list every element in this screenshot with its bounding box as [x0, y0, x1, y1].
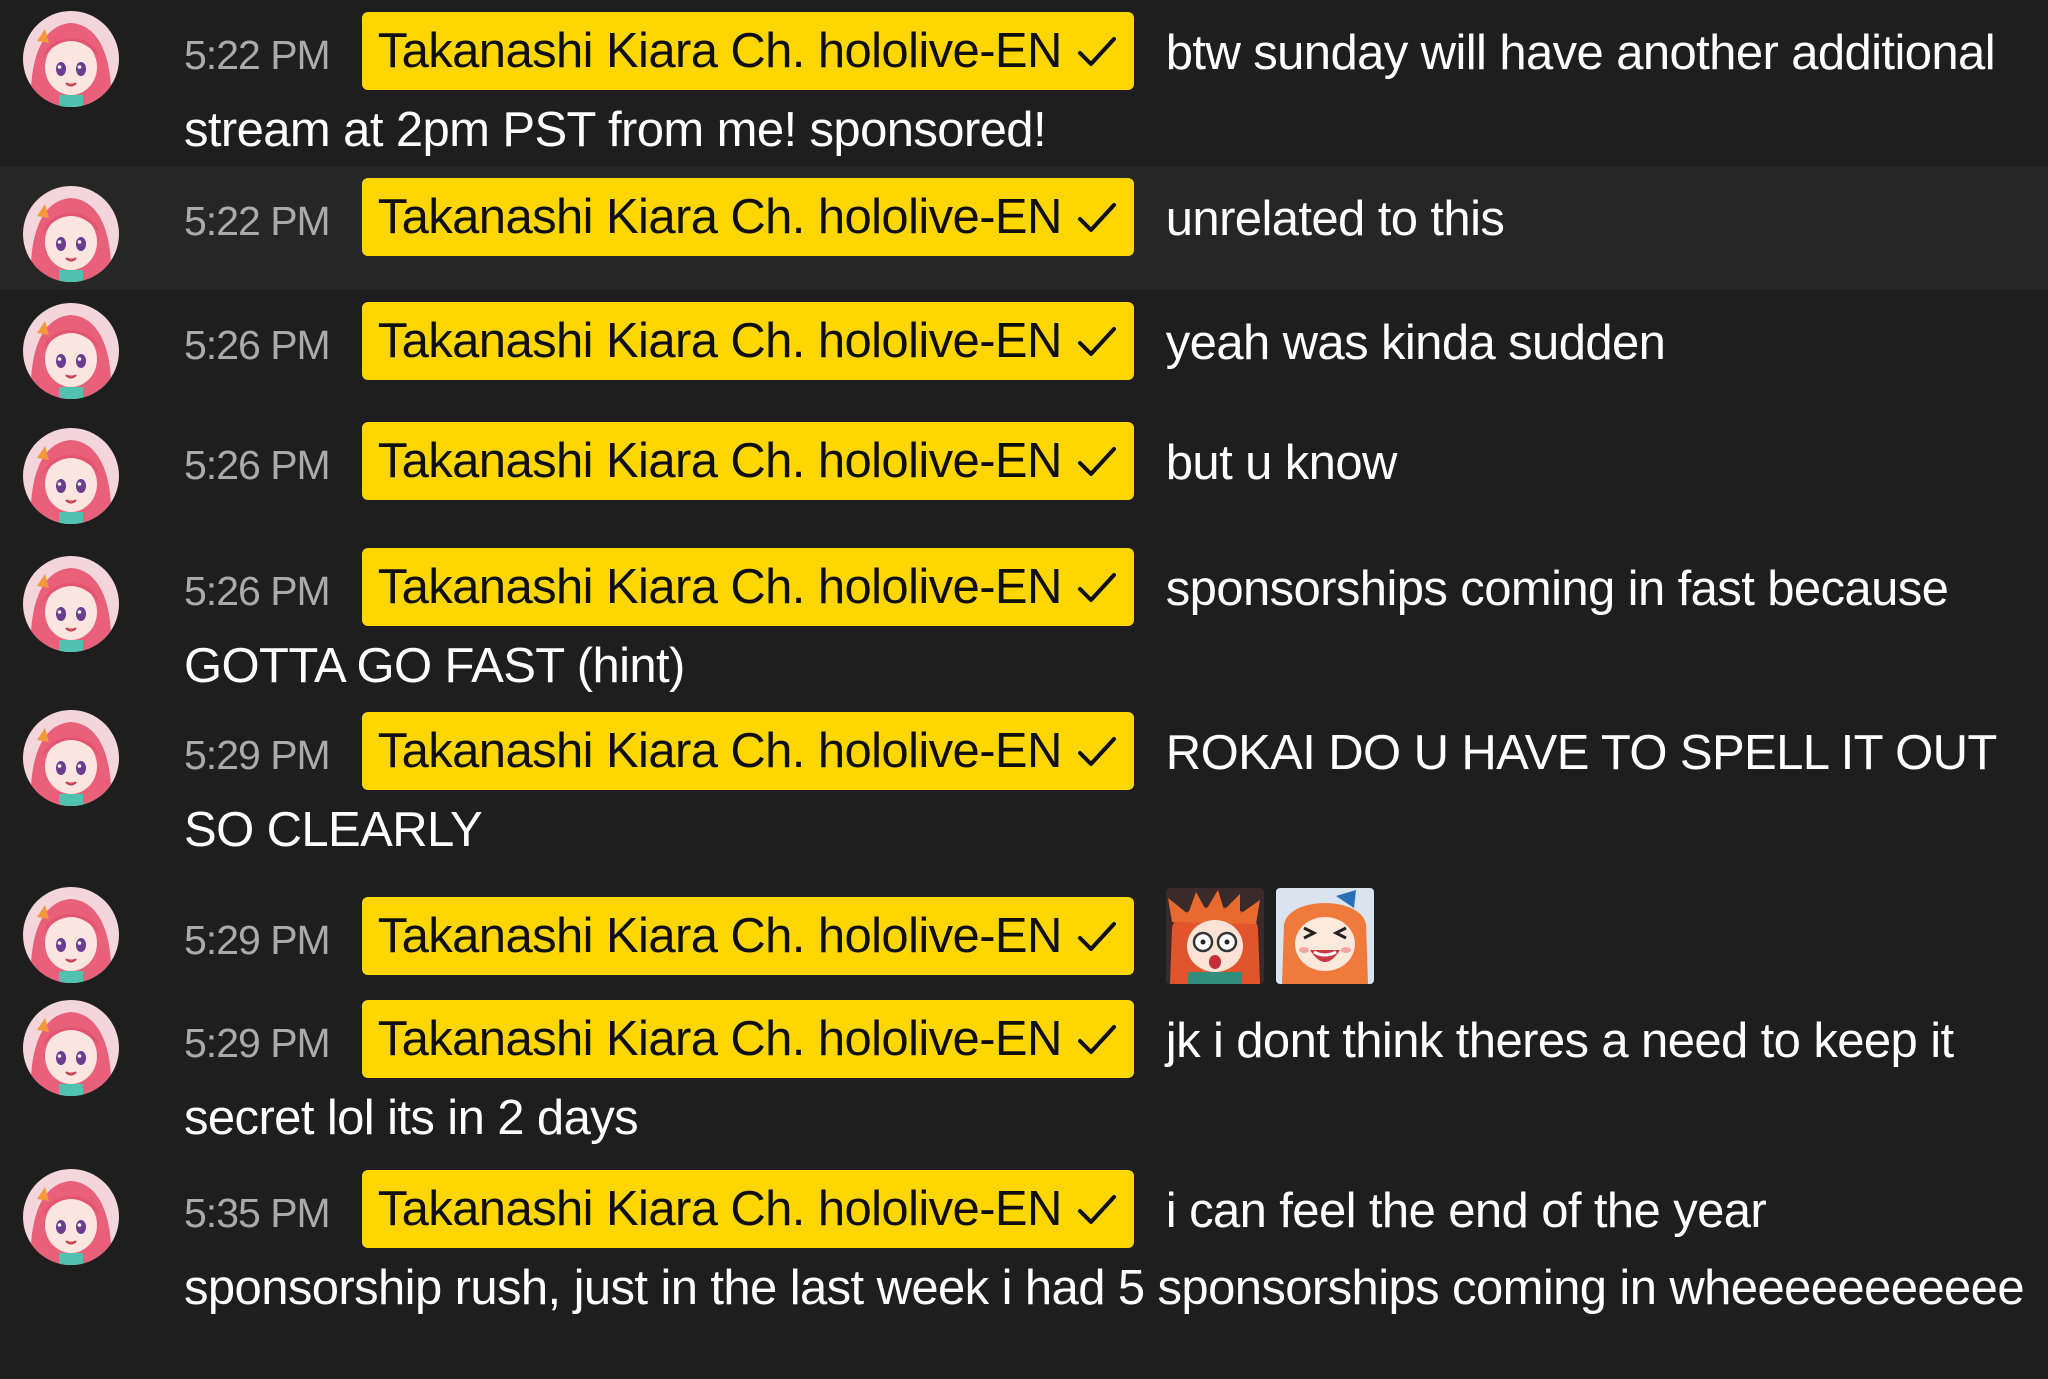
checkmark-icon	[1076, 441, 1118, 481]
author-name-badge[interactable]: Takanashi Kiara Ch. hololive-EN	[361, 548, 1134, 626]
author-avatar[interactable]	[23, 11, 119, 107]
surprised-emote	[1166, 888, 1264, 984]
checkmark-icon	[1076, 31, 1118, 71]
author-name-badge[interactable]: Takanashi Kiara Ch. hololive-EN	[361, 422, 1134, 500]
checkmark-icon	[1076, 1019, 1118, 1059]
author-name-badge[interactable]: Takanashi Kiara Ch. hololive-EN	[361, 1000, 1134, 1078]
author-name: Takanashi Kiara Ch. hololive-EN	[377, 24, 1063, 78]
author-name: Takanashi Kiara Ch. hololive-EN	[377, 190, 1063, 244]
author-name: Takanashi Kiara Ch. hololive-EN	[377, 560, 1063, 614]
chat-message[interactable]: 5:29 PM Takanashi Kiara Ch. hololive-EN jk…	[0, 988, 2048, 1158]
message-line: 5:22 PM Takanashi Kiara Ch. hololive-EN bt…	[184, 12, 2028, 166]
message-line: 5:29 PM Takanashi Kiara Ch. hololive-EN RO…	[184, 712, 2028, 866]
checkmark-icon	[1076, 916, 1118, 956]
chat-message[interactable]: 5:29 PM Takanashi Kiara Ch. hololive-EN RO…	[0, 700, 2048, 876]
message-line: 5:26 PM Takanashi Kiara Ch. hololive-EN sp…	[184, 548, 2028, 702]
chat-message[interactable]: 5:35 PM Takanashi Kiara Ch. hololive-EN i …	[0, 1158, 2048, 1379]
message-timestamp: 5:29 PM	[184, 1019, 331, 1066]
checkmark-icon	[1076, 197, 1118, 237]
message-timestamp: 5:22 PM	[184, 197, 331, 244]
message-timestamp: 5:26 PM	[184, 441, 331, 488]
message-text: but u know	[1165, 435, 1398, 490]
author-avatar[interactable]	[23, 303, 119, 399]
author-avatar[interactable]	[23, 556, 119, 652]
message-timestamp: 5:29 PM	[184, 731, 331, 778]
author-avatar[interactable]	[23, 710, 119, 806]
message-timestamp: 5:29 PM	[184, 916, 331, 963]
author-name: Takanashi Kiara Ch. hololive-EN	[377, 1012, 1063, 1066]
checkmark-icon	[1076, 567, 1118, 607]
laughing-emote	[1276, 888, 1374, 984]
chat-message[interactable]: 5:26 PM Takanashi Kiara Ch. hololive-EN bu…	[0, 410, 2048, 536]
author-name: Takanashi Kiara Ch. hololive-EN	[377, 724, 1063, 778]
message-line: 5:22 PM Takanashi Kiara Ch. hololive-EN un…	[184, 178, 2028, 261]
live-chat: 5:22 PM Takanashi Kiara Ch. hololive-EN bt…	[0, 0, 2048, 1379]
chat-message[interactable]: 5:22 PM Takanashi Kiara Ch. hololive-EN un…	[0, 166, 2048, 290]
chat-message[interactable]: 5:22 PM Takanashi Kiara Ch. hololive-EN bt…	[0, 0, 2048, 166]
message-line: 5:35 PM Takanashi Kiara Ch. hololive-EN i …	[184, 1170, 2028, 1324]
chat-message[interactable]: 5:29 PM Takanashi Kiara Ch. hololive-EN	[0, 876, 2048, 988]
author-avatar[interactable]	[23, 887, 119, 983]
author-name: Takanashi Kiara Ch. hololive-EN	[377, 314, 1063, 368]
message-line: 5:26 PM Takanashi Kiara Ch. hololive-EN ye…	[184, 302, 2028, 385]
author-avatar[interactable]	[23, 428, 119, 524]
checkmark-icon	[1076, 731, 1118, 771]
message-line: 5:29 PM Takanashi Kiara Ch. hololive-EN jk…	[184, 1000, 2028, 1154]
chat-message[interactable]: 5:26 PM Takanashi Kiara Ch. hololive-EN sp…	[0, 536, 2048, 700]
message-timestamp: 5:26 PM	[184, 567, 331, 614]
message-timestamp: 5:22 PM	[184, 31, 331, 78]
author-name-badge[interactable]: Takanashi Kiara Ch. hololive-EN	[361, 178, 1134, 256]
author-name: Takanashi Kiara Ch. hololive-EN	[377, 434, 1063, 488]
author-name-badge[interactable]: Takanashi Kiara Ch. hololive-EN	[361, 1170, 1134, 1248]
message-timestamp: 5:26 PM	[184, 321, 331, 368]
message-text: yeah was kinda sudden	[1165, 315, 1666, 370]
checkmark-icon	[1076, 1189, 1118, 1229]
chat-message[interactable]: 5:26 PM Takanashi Kiara Ch. hololive-EN ye…	[0, 290, 2048, 410]
message-line: 5:29 PM Takanashi Kiara Ch. hololive-EN	[184, 893, 2028, 989]
message-line: 5:26 PM Takanashi Kiara Ch. hololive-EN bu…	[184, 422, 2028, 505]
author-name-badge[interactable]: Takanashi Kiara Ch. hololive-EN	[361, 302, 1134, 380]
author-name-badge[interactable]: Takanashi Kiara Ch. hololive-EN	[361, 712, 1134, 790]
author-name-badge[interactable]: Takanashi Kiara Ch. hololive-EN	[361, 897, 1134, 975]
author-avatar[interactable]	[23, 1000, 119, 1096]
emote-group	[1166, 888, 1386, 984]
author-name-badge[interactable]: Takanashi Kiara Ch. hololive-EN	[361, 12, 1134, 90]
author-name: Takanashi Kiara Ch. hololive-EN	[377, 1182, 1063, 1236]
author-avatar[interactable]	[23, 1169, 119, 1265]
message-text: unrelated to this	[1165, 191, 1505, 246]
message-timestamp: 5:35 PM	[184, 1189, 331, 1236]
author-name: Takanashi Kiara Ch. hololive-EN	[377, 909, 1063, 963]
author-avatar[interactable]	[23, 186, 119, 282]
checkmark-icon	[1076, 321, 1118, 361]
